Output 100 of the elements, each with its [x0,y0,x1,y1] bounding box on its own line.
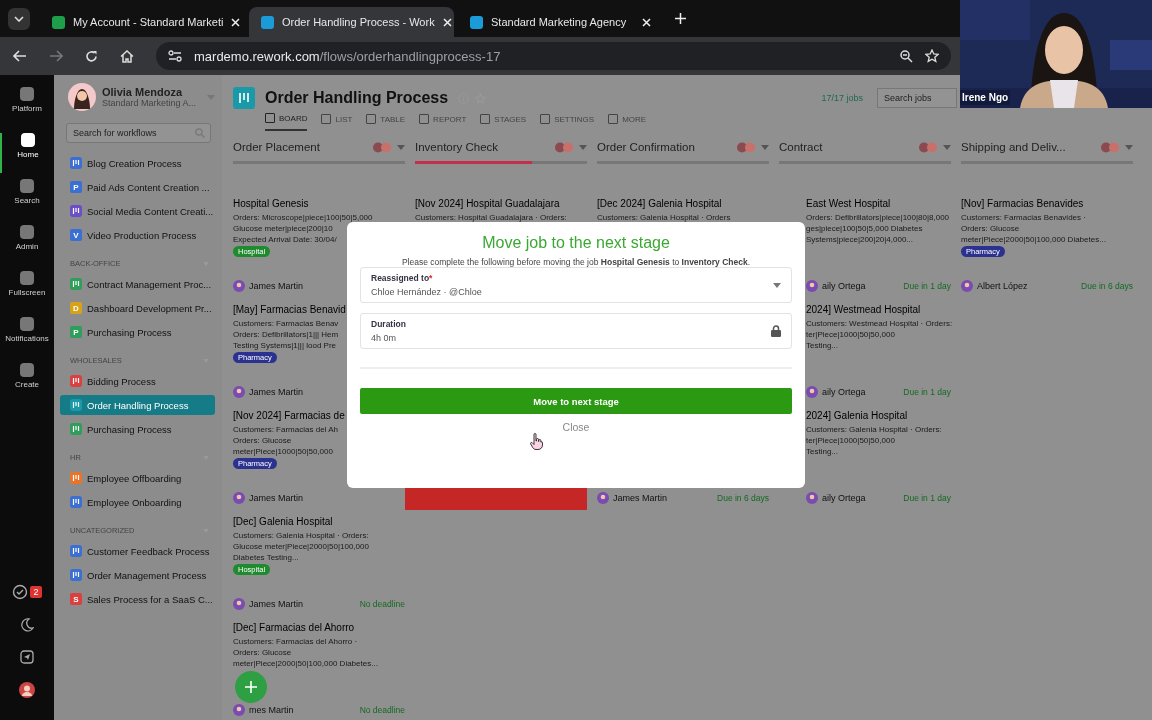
rail-item[interactable]: Create [0,363,54,403]
job-title[interactable]: [Dec] Farmacias del Ahorro [233,622,355,633]
browser-tab[interactable]: Order Handling Process - Work [249,7,454,37]
workflow-item[interactable]: D Dashboard Development Pr... [60,296,215,320]
avatar-group-icon [1101,141,1121,153]
job-detail: Diabetes Testing... [233,552,299,563]
view-tab[interactable]: REPORT [419,113,467,131]
dropdown-caret-icon[interactable] [773,282,781,288]
job-detail: Orders: Microscope|piece|100|50|5,000 [233,212,373,223]
view-tab[interactable]: STAGES [480,113,527,131]
workflow-item[interactable]: Purchasing Process [60,417,215,441]
workflow-item[interactable]: Employee Offboarding [60,466,215,490]
workflow-item[interactable]: Blog Creation Process [60,151,215,175]
dialog-title: Move job to the next stage [482,234,670,252]
assignee-select[interactable]: Reassigned to* Chloe Hernández · @Chloe [360,267,792,303]
workflow-item[interactable]: Order Management Process [60,563,215,587]
close-button[interactable]: Close [556,420,596,434]
due-date: No deadline [359,705,405,715]
home-icon[interactable] [120,49,134,63]
job-title[interactable]: [May] Farmacias Benavid [233,304,346,315]
workflow-item[interactable]: Social Media Content Creati... [60,199,215,223]
close-icon[interactable] [442,17,452,27]
view-tab[interactable]: SETTINGS [540,113,595,131]
assignee-name: James Martin [249,281,303,291]
view-tab[interactable]: MORE [608,113,647,131]
job-detail: Customers: Galenia Hospital · Orders: [233,530,369,541]
job-detail: Customers: Farmacias del Ahorro · [233,636,358,647]
job-detail: Glucose meter|piece|200|10 [233,223,333,234]
caret-icon[interactable] [1125,144,1133,150]
lock-icon [771,325,781,337]
workflow-item[interactable]: Customer Feedback Process [60,539,215,563]
tab-list-button[interactable] [8,7,30,30]
view-tab[interactable]: BOARD [265,113,308,131]
address-field[interactable]: mardemo.rework.com/flows/orderhandlingprocess-17 [156,42,951,70]
workflow-item[interactable]: V Video Production Process [60,223,215,247]
moon-icon[interactable] [20,618,34,632]
back-icon[interactable] [13,50,27,62]
rail-item[interactable]: Fullscreen [0,271,54,311]
job-detail: Systems|piece|200|20|4,000... [806,234,914,245]
tab-title: Order Handling Process - Work [282,16,435,28]
assignee-name: James Martin [613,493,667,503]
app-logo-icon [261,15,274,29]
close-icon[interactable] [231,17,241,27]
duration-field[interactable]: Duration 4h 0m [360,313,792,349]
rail-item[interactable]: Notifications [0,317,54,357]
workflow-item[interactable]: Employee Onboarding [60,490,215,514]
caret-icon[interactable] [761,144,769,150]
job-count: 17/17 jobs [821,93,863,103]
browser-tab[interactable]: My Account - Standard Marketi [40,7,245,37]
reload-icon[interactable] [85,49,98,63]
add-job-button[interactable] [235,671,267,703]
send-icon[interactable] [20,650,34,664]
job-detail: Customers: Farmacias Benav [233,318,339,329]
rail-item[interactable]: Search [0,179,54,219]
job-detail: Customers: Galenia Hospital · Orders [597,212,731,223]
workflow-item[interactable]: Contract Management Proc... [60,272,215,296]
close-icon[interactable] [642,17,651,27]
workflow-item[interactable]: S Sales Process for a SaaS C... [60,587,215,611]
new-tab-icon[interactable] [675,13,686,24]
move-to-next-stage-button[interactable]: Move to next stage [360,388,792,414]
job-title[interactable]: [Dec 2024] Galenia Hospital [597,198,722,209]
forward-icon[interactable] [49,50,63,62]
job-title[interactable]: [Dec] Galenia Hospital [233,516,333,527]
avatar-icon [961,280,973,292]
workflow-item[interactable]: P Paid Ads Content Creation ... [60,175,215,199]
job-title[interactable]: 2024] Westmead Hospital [806,304,921,315]
workflow-item[interactable]: P Purchasing Process [60,320,215,344]
job-title[interactable]: [Nov 2024] Hospital Guadalajara [415,198,560,209]
job-title[interactable]: [Nov 2024] Farmacias de [233,410,345,421]
hand-cursor-icon [530,433,543,450]
job-detail: Testing... [806,340,838,351]
workflow-initial-icon: S [70,593,82,605]
search-jobs-field[interactable]: Search jobs [877,88,957,108]
user-name[interactable]: Olivia Mendoza [102,86,201,98]
caret-icon[interactable] [579,144,587,150]
view-tab[interactable]: LIST [321,113,353,131]
search-field[interactable]: Search for workflows [66,123,211,143]
workflow-logo-icon [233,87,255,109]
workflow-item[interactable]: Bidding Process [60,369,215,393]
rail-item[interactable]: Platform [0,87,54,127]
avatar-icon[interactable] [19,682,35,698]
job-detail: Testing... [806,446,838,457]
rail-item[interactable]: Admin [0,225,54,265]
job-detail: Testing Systems|1||| lood Pre [233,340,337,351]
view-tab[interactable]: TABLE [366,113,406,131]
due-date: Due in 6 days [1081,281,1133,291]
job-detail: ter|Piece|1000|50|50,000 [806,435,895,446]
job-detail: Customers: Farmacias del Ah [233,424,338,435]
caret-icon[interactable] [943,144,951,150]
site-settings-icon[interactable] [168,50,182,62]
workflow-item[interactable]: Order Handling Process [60,395,215,415]
column-title: Contract [779,141,823,153]
job-title[interactable]: Hospital Genesis [233,198,309,209]
caret-icon[interactable] [397,144,405,150]
check-circle-icon[interactable] [12,584,29,600]
job-title[interactable]: 2024] Galenia Hospital [806,410,908,421]
job-title[interactable]: East West Hospital [806,198,891,209]
browser-tab[interactable]: Standard Marketing Agency [458,7,663,37]
job-title[interactable]: [Nov] Farmacias Benavides [961,198,1084,209]
zoom-icon[interactable] [900,49,913,63]
